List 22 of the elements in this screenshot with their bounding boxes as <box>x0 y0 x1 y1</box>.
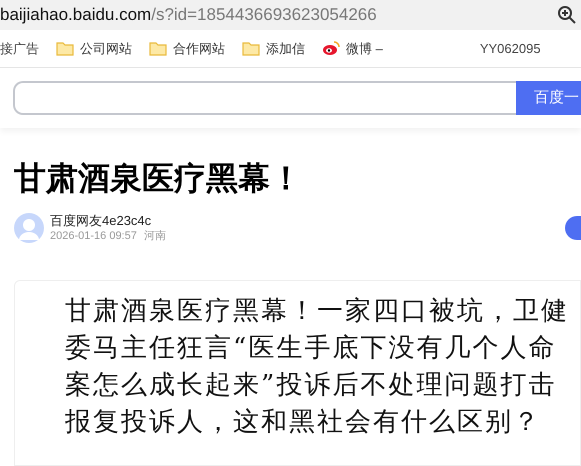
weibo-icon <box>322 41 340 56</box>
search-button[interactable]: 百度一 <box>516 81 581 115</box>
article-title: 甘肃酒泉医疗黑幕！ <box>14 159 303 198</box>
url-text: baijiahao.baidu.com/s?id=1854436693623054266 <box>0 4 377 26</box>
zoom-icon[interactable] <box>557 5 577 25</box>
bookmark-item[interactable]: 微博 – <box>322 38 383 58</box>
bookmark-item[interactable]: 接广告 <box>0 38 39 58</box>
folder-icon <box>56 41 74 56</box>
search-field[interactable] <box>13 81 516 115</box>
folder-icon <box>149 41 167 56</box>
folder-icon <box>242 41 260 56</box>
article-body: 甘肃酒泉医疗黑幕！一家四口被坑，卫健委马主任狂言“医生手底下没有几个人命案怎么成长起来”投诉后不处理问题打击报复投诉人，这和黑社会有什么区别？ <box>65 295 570 439</box>
publish-time: 2026-01-16 09:57 <box>50 229 137 244</box>
bookmark-item[interactable]: 添加信 <box>242 38 305 58</box>
bookmark-item[interactable]: 合作网站 <box>149 38 225 58</box>
address-bar[interactable]: baijiahao.baidu.com/s?id=1854436693623054266 <box>0 0 581 30</box>
bookmark-item[interactable]: 公司网站 <box>56 38 132 58</box>
follow-button[interactable] <box>565 216 581 240</box>
avatar-icon <box>14 213 44 243</box>
location-text: 河南 <box>144 229 166 244</box>
bookmark-item[interactable]: YY062095 <box>480 38 541 58</box>
author-name[interactable]: 百度网友4e23c4c <box>50 212 166 229</box>
